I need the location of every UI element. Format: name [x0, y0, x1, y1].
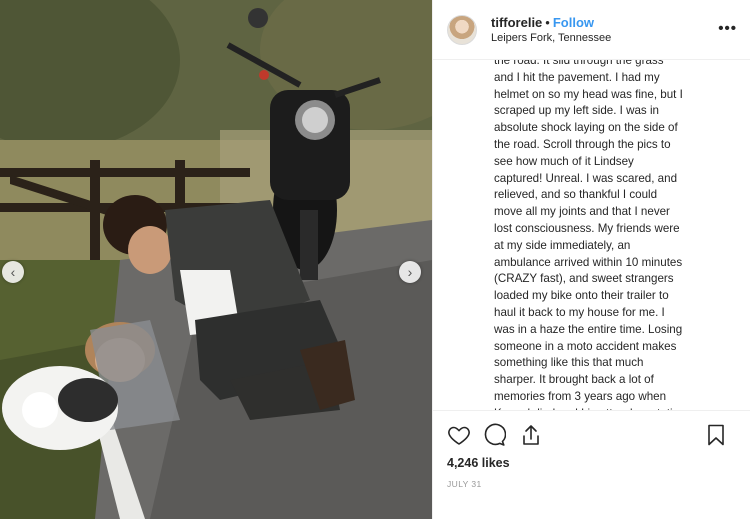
caption-scroll-area[interactable]: the road. It slid through the grass and I…: [433, 60, 750, 410]
chevron-right-icon: ›: [407, 264, 413, 280]
separator-dot: •: [545, 15, 550, 30]
caption-line: memories from 3 years ago when: [494, 389, 667, 403]
bookmark-icon[interactable]: [704, 423, 728, 447]
post-date[interactable]: JULY 31: [447, 479, 482, 489]
caption-line: scraped up my left side. I was in: [494, 104, 659, 118]
user-line: tifforelie • Follow: [491, 15, 594, 30]
previous-photo-button[interactable]: ‹: [2, 261, 24, 283]
post-photo[interactable]: ‹ ›: [0, 0, 432, 519]
caption-line: someone in a moto accident makes: [494, 339, 677, 353]
caption-line: see how much of it Lindsey: [494, 154, 634, 168]
avatar[interactable]: [447, 15, 477, 45]
caption-line: helmet on so my head was fine, but I: [494, 87, 683, 101]
caption-line: at my side immediately, an: [494, 238, 631, 252]
share-icon[interactable]: [519, 423, 543, 447]
username-link[interactable]: tifforelie: [491, 15, 542, 30]
caption-line: ambulance arrived within 10 minutes: [494, 255, 683, 269]
caption-line: and I hit the pavement. I had my: [494, 70, 660, 84]
caption-line: loaded my bike onto their trailer to: [494, 289, 669, 303]
post-side-panel: tifforelie • Follow Leipers Fork, Tennesse…: [432, 0, 750, 519]
post-caption: the road. It slid through the grass and I…: [494, 60, 716, 410]
caption-line: absolute shock laying on the side of: [494, 121, 678, 135]
caption-line: the road. Scroll through the pics to: [494, 137, 671, 151]
post-actions: 4,246 likes JULY 31: [433, 410, 750, 519]
caption-line: was in a haze the entire time. Losing: [494, 322, 683, 336]
heart-icon[interactable]: [447, 423, 471, 447]
caption-line: something like this that much: [494, 356, 644, 370]
post-header: tifforelie • Follow Leipers Fork, Tennesse…: [433, 0, 750, 60]
caption-line: (CRAZY fast), and sweet strangers: [494, 272, 674, 286]
follow-button[interactable]: Follow: [553, 15, 594, 30]
chevron-left-icon: ‹: [10, 264, 16, 280]
comment-icon[interactable]: [482, 423, 506, 447]
like-count[interactable]: 4,246 likes: [447, 456, 510, 470]
caption-line: the road. It slid through the grass: [494, 60, 664, 67]
caption-line: captured! Unreal. I was scared, and: [494, 171, 678, 185]
caption-line: sharper. It brought back a lot of: [494, 373, 654, 387]
next-photo-button[interactable]: ›: [399, 261, 421, 283]
caption-line: haul it back to my house for me. I: [494, 305, 665, 319]
location-link[interactable]: Leipers Fork, Tennessee: [491, 32, 611, 44]
caption-line: lost consciousness. My friends were: [494, 221, 680, 235]
caption-line: relieved, and so thankful I could: [494, 188, 658, 202]
caption-line: move all my joints and that I never: [494, 205, 670, 219]
more-options-icon[interactable]: •••: [718, 20, 737, 37]
photo-image: [0, 0, 432, 519]
